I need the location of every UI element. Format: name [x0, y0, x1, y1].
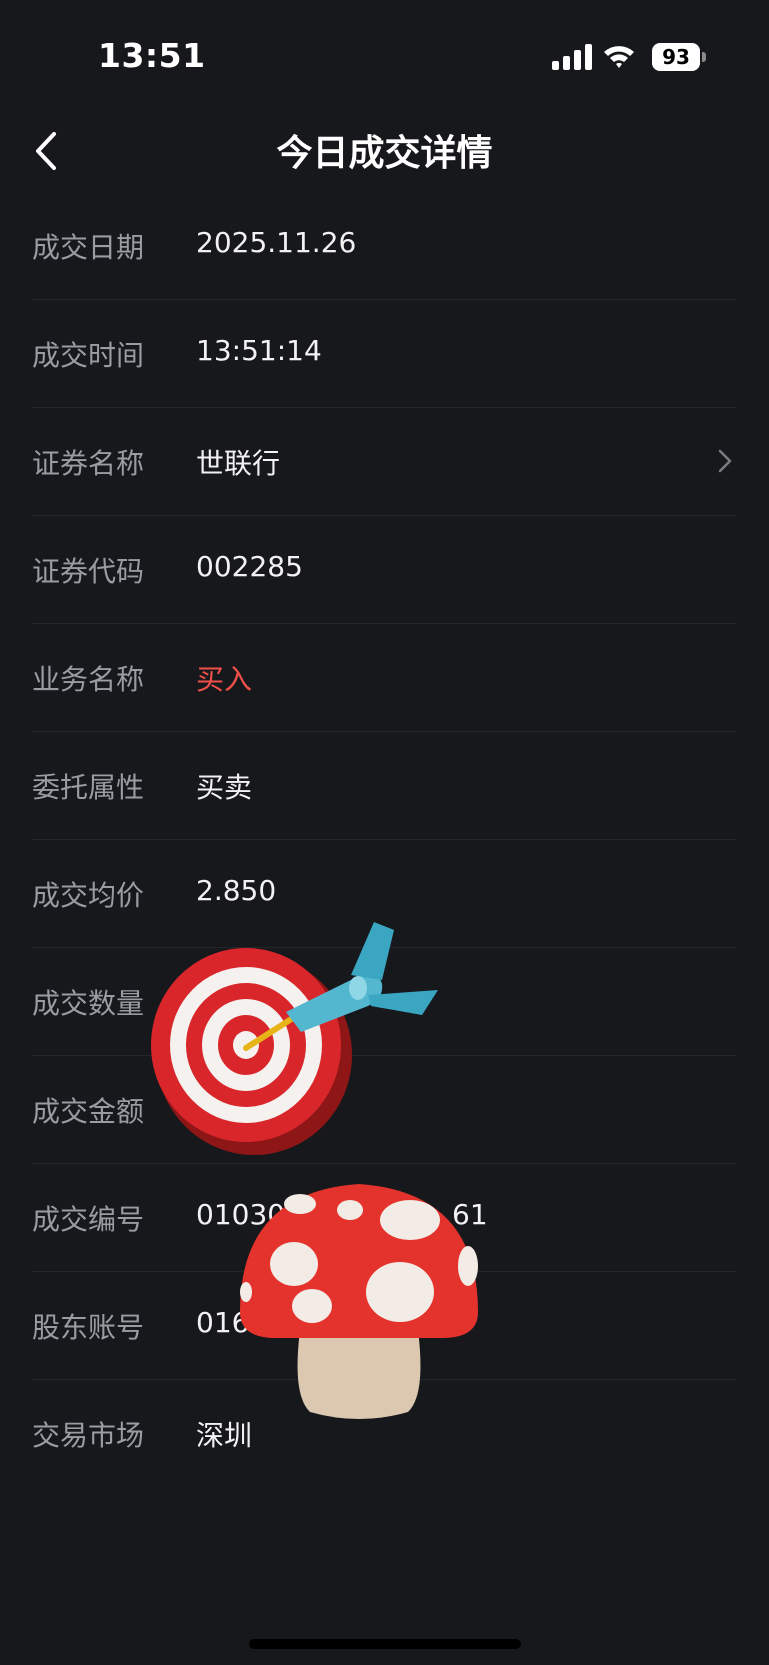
row-value: 13:51:14: [196, 334, 322, 367]
chevron-right-icon[interactable]: [716, 446, 734, 476]
row-label: 股东账号: [32, 1311, 145, 1344]
row-value: 买入: [196, 663, 253, 696]
battery-level: 93: [662, 45, 690, 69]
row-label: 委托属性: [32, 771, 145, 804]
row-security-code: 证券代码 002285: [32, 516, 736, 624]
row-label: 成交日期: [32, 231, 145, 264]
row-trade-date: 成交日期 2025.11.26: [32, 192, 736, 300]
nav-bar: 今日成交详情: [0, 110, 769, 190]
page-title: 今日成交详情: [276, 133, 493, 174]
signal-icon: [552, 44, 592, 70]
row-trade-time: 成交时间 13:51:14: [32, 300, 736, 408]
row-label: 成交金额: [32, 1095, 145, 1128]
row-label: 交易市场: [32, 1419, 145, 1452]
row-value: 2.850: [196, 874, 277, 907]
row-label: 成交编号: [32, 1203, 145, 1236]
row-label: 证券名称: [32, 447, 145, 480]
wifi-icon: [604, 46, 634, 68]
row-label: 业务名称: [32, 663, 145, 696]
row-security-name[interactable]: 证券名称 世联行: [32, 408, 736, 516]
row-business-name: 业务名称 买入: [32, 624, 736, 732]
row-label: 成交均价: [32, 879, 145, 912]
row-value: 买卖: [196, 771, 253, 804]
row-value: 世联行: [196, 447, 281, 480]
row-label: 证券代码: [32, 555, 145, 588]
status-bar: 13:51 93: [0, 0, 769, 110]
row-order-attribute: 委托属性 买卖: [32, 732, 736, 840]
battery-icon: 93: [652, 43, 706, 71]
status-time: 13:51: [98, 36, 206, 75]
dart-target-sticker: [151, 922, 438, 1155]
home-indicator: [249, 1639, 521, 1649]
row-value: 002285: [196, 550, 303, 583]
row-label: 成交数量: [32, 987, 145, 1020]
mushroom-sticker: [240, 1184, 478, 1419]
row-value: 2025.11.26: [196, 226, 357, 259]
row-label: 成交时间: [32, 339, 145, 372]
